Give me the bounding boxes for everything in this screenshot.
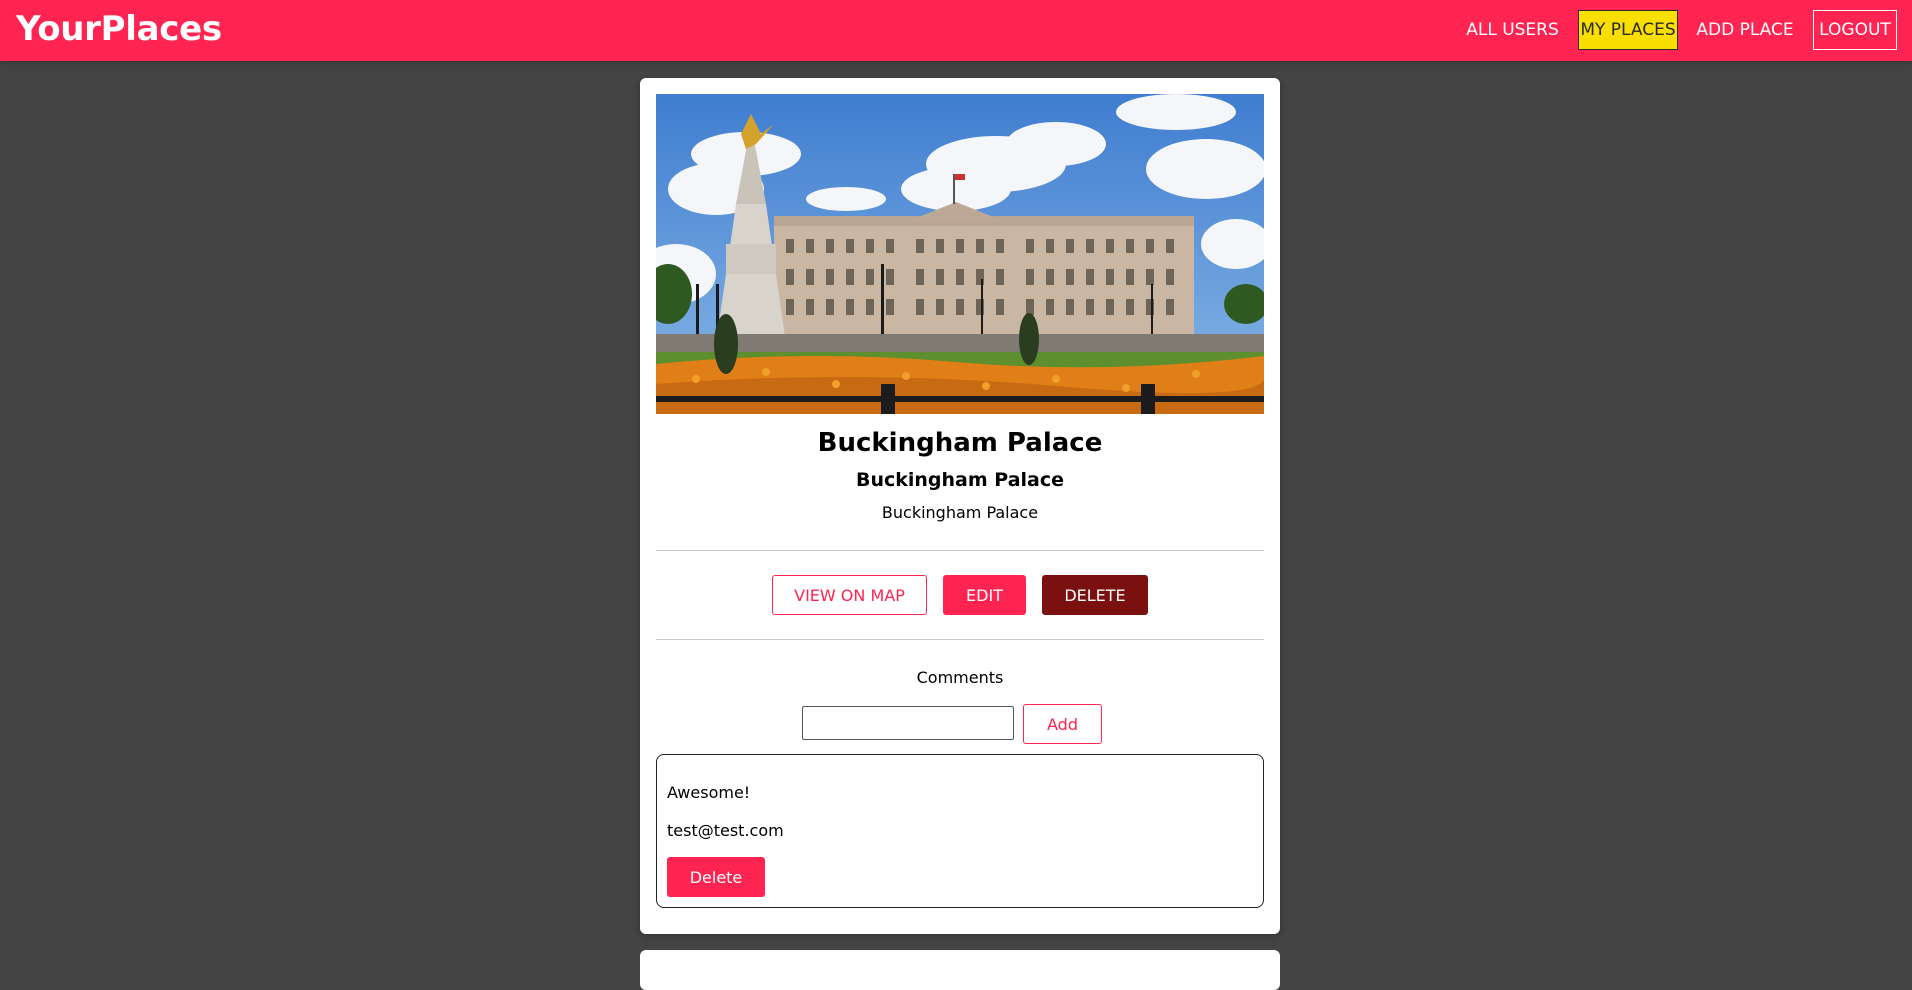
nav-all-users[interactable]: ALL USERS [1461, 10, 1564, 50]
place-card: Buckingham Palace Buckingham Palace Buck… [640, 78, 1280, 934]
actions-bottom-divider [656, 639, 1264, 640]
nav-logout[interactable]: LOGOUT [1813, 10, 1897, 50]
comment-text: Awesome! [667, 783, 751, 802]
delete-comment-button[interactable]: Delete [667, 857, 765, 897]
edit-button[interactable]: EDIT [943, 575, 1026, 615]
place-address: Buckingham Palace [855, 469, 1065, 491]
comments-label: Comments [916, 668, 1004, 687]
next-place-card [640, 950, 1280, 990]
place-title: Buckingham Palace [817, 428, 1103, 458]
delete-place-button[interactable]: DELETE [1042, 575, 1148, 615]
palace-photo [656, 94, 1264, 414]
comment-author: test@test.com [667, 821, 784, 840]
view-on-map-button[interactable]: VIEW ON MAP [772, 575, 927, 615]
comment-item: Awesome! test@test.com Delete [656, 754, 1264, 908]
add-comment-button[interactable]: Add [1023, 704, 1102, 744]
nav-my-places[interactable]: MY PLACES [1578, 10, 1678, 50]
app-logo[interactable]: YourPlaces [16, 9, 222, 49]
place-image [656, 94, 1264, 414]
actions-top-divider [656, 550, 1264, 551]
place-description: Buckingham Palace [881, 503, 1039, 522]
main-header: YourPlaces ALL USERS MY PLACES ADD PLACE… [0, 0, 1912, 61]
nav-add-place[interactable]: ADD PLACE [1692, 10, 1798, 50]
comment-input[interactable] [802, 706, 1014, 740]
